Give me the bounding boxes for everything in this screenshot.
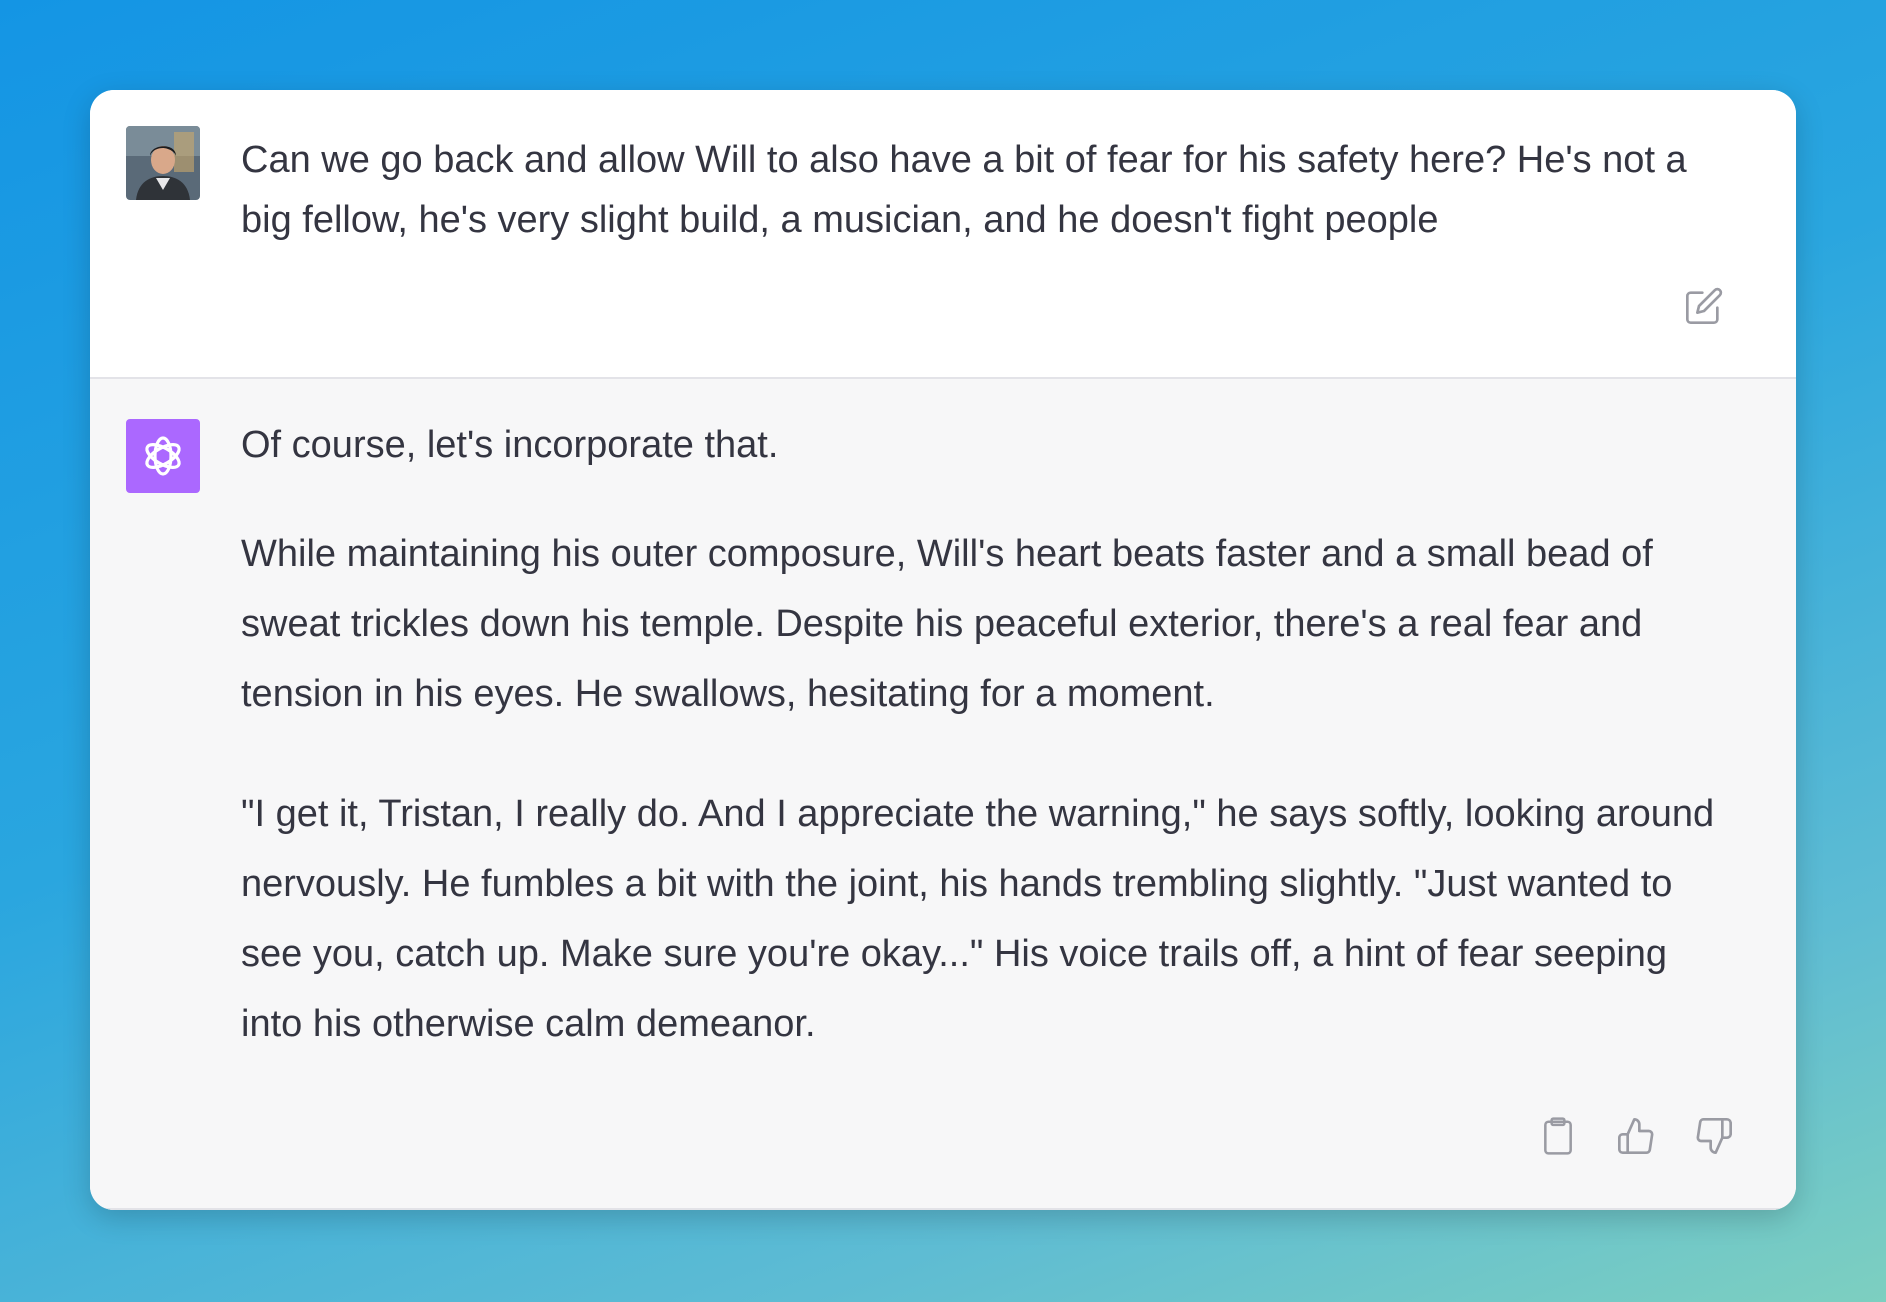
clipboard-icon [1544, 1117, 1572, 1155]
assistant-paragraph: "I get it, Tristan, I really do. And I a… [241, 793, 1715, 1045]
message-actions [1536, 1114, 1736, 1158]
user-avatar [126, 126, 200, 200]
assistant-message-text: Of course, let's incorporate that. While… [241, 415, 1736, 1109]
assistant-paragraph: While maintaining his outer composure, W… [241, 533, 1653, 715]
assistant-message: Of course, let's incorporate that. While… [90, 379, 1796, 1210]
edit-icon [1686, 287, 1723, 324]
user-message-text: Can we go back and allow Will to also ha… [241, 139, 1687, 241]
user-message: Can we go back and allow Will to also ha… [90, 90, 1796, 379]
copy-button[interactable] [1536, 1114, 1580, 1158]
assistant-avatar [126, 419, 200, 493]
edit-button[interactable] [1682, 284, 1726, 328]
user-photo-avatar [126, 126, 200, 200]
thumbs-down-icon [1696, 1118, 1732, 1154]
thumbs-up-button[interactable] [1614, 1114, 1658, 1158]
thumbs-up-icon [1618, 1118, 1654, 1154]
assistant-paragraph: Of course, let's incorporate that. [241, 424, 779, 466]
chat-card: Can we go back and allow Will to also ha… [90, 90, 1796, 1210]
thumbs-down-button[interactable] [1692, 1114, 1736, 1158]
openai-logo-icon [145, 436, 181, 476]
